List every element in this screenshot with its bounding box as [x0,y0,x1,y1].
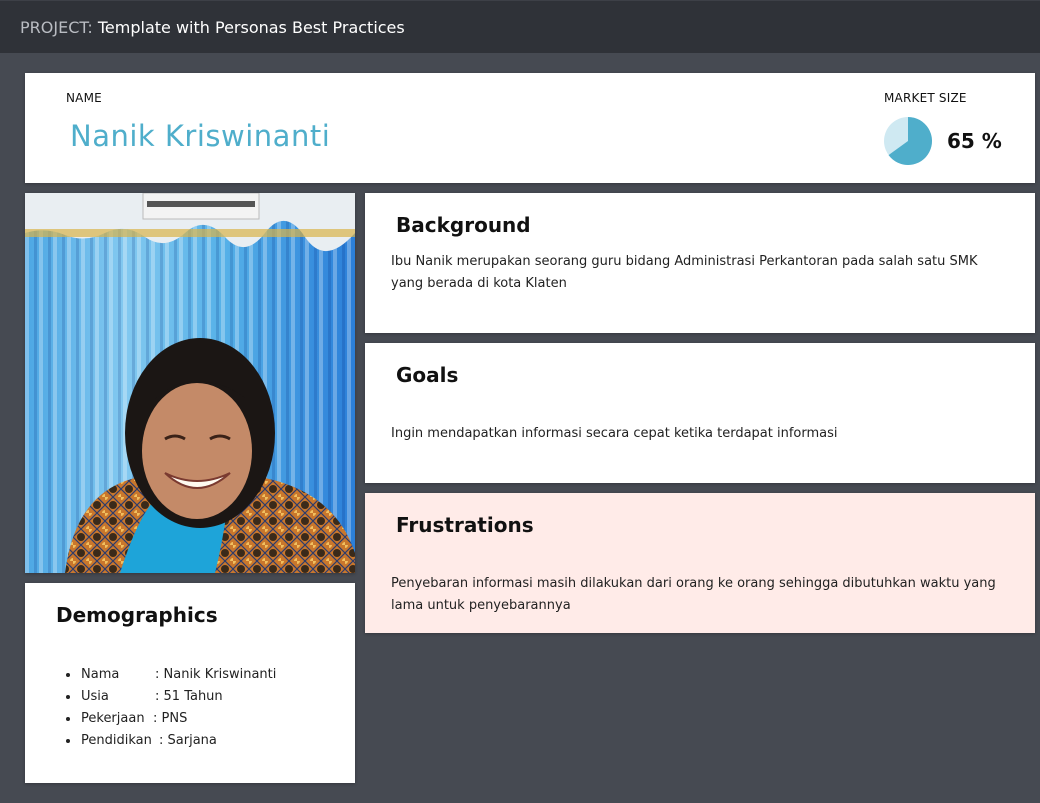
demographics-item: Pendidikan: Sarjana [65,730,276,752]
goals-card: Goals Ingin mendapatkan informasi secara… [365,343,1035,483]
demographics-item: Nama: Nanik Kriswinanti [65,664,277,686]
name-label: NAME [66,91,102,105]
market-size-value: 65 % [947,129,1002,153]
project-title: Template with Personas Best Practices [97,18,405,37]
demographics-item-separator: : [155,689,164,704]
background-title: Background [396,213,531,237]
persona-name-card: NAME Nanik Kriswinanti MARKET SIZE 65 % [25,73,1035,183]
demographics-item: Usia: 51 Tahun [65,686,276,708]
goals-text: Ingin mendapatkan informasi secara cepat… [391,426,838,441]
background-card: Background Ibu Nanik merupakan seorang g… [365,193,1035,333]
demographics-card: Demographics Nama: Nanik Kriswinanti Usi… [25,583,355,783]
persona-photo-image [25,193,355,573]
frustrations-title: Frustrations [396,513,534,537]
goals-title: Goals [396,363,459,387]
ac-vent [147,201,255,207]
face [142,383,252,519]
project-header: PROJECT: Template with Personas Best Pra… [0,0,1040,53]
demographics-list: Nama: Nanik Kriswinanti Usia: 51 Tahun P… [65,664,277,752]
demographics-item-separator: : [155,667,164,682]
market-size-pie-chart [884,117,932,165]
demographics-item-label: Usia [81,689,109,704]
demographics-item-label: Pendidikan [81,733,152,748]
demographics-item: Pekerjaan: PNS [65,708,276,730]
demographics-item-label: Nama [81,667,120,682]
demographics-item-value: Sarjana [167,733,217,748]
demographics-title: Demographics [56,603,218,627]
demographics-item-value: Nanik Kriswinanti [163,667,277,682]
demographics-item-value: 51 Tahun [163,689,223,704]
frustrations-card: Frustrations Penyebaran informasi masih … [365,493,1035,633]
curtain-rail [25,229,355,237]
persona-photo [25,193,355,573]
persona-name: Nanik Kriswinanti [70,119,331,153]
demographics-item-separator: : [153,711,162,726]
background-text: Ibu Nanik merupakan seorang guru bidang … [391,254,978,291]
project-prefix: PROJECT: [20,18,93,37]
demographics-item-value: PNS [161,711,188,726]
demographics-item-separator: : [159,733,168,748]
frustrations-text: Penyebaran informasi masih dilakukan dar… [391,576,996,613]
demographics-item-label: Pekerjaan [81,711,145,726]
market-size-label: MARKET SIZE [884,91,967,105]
